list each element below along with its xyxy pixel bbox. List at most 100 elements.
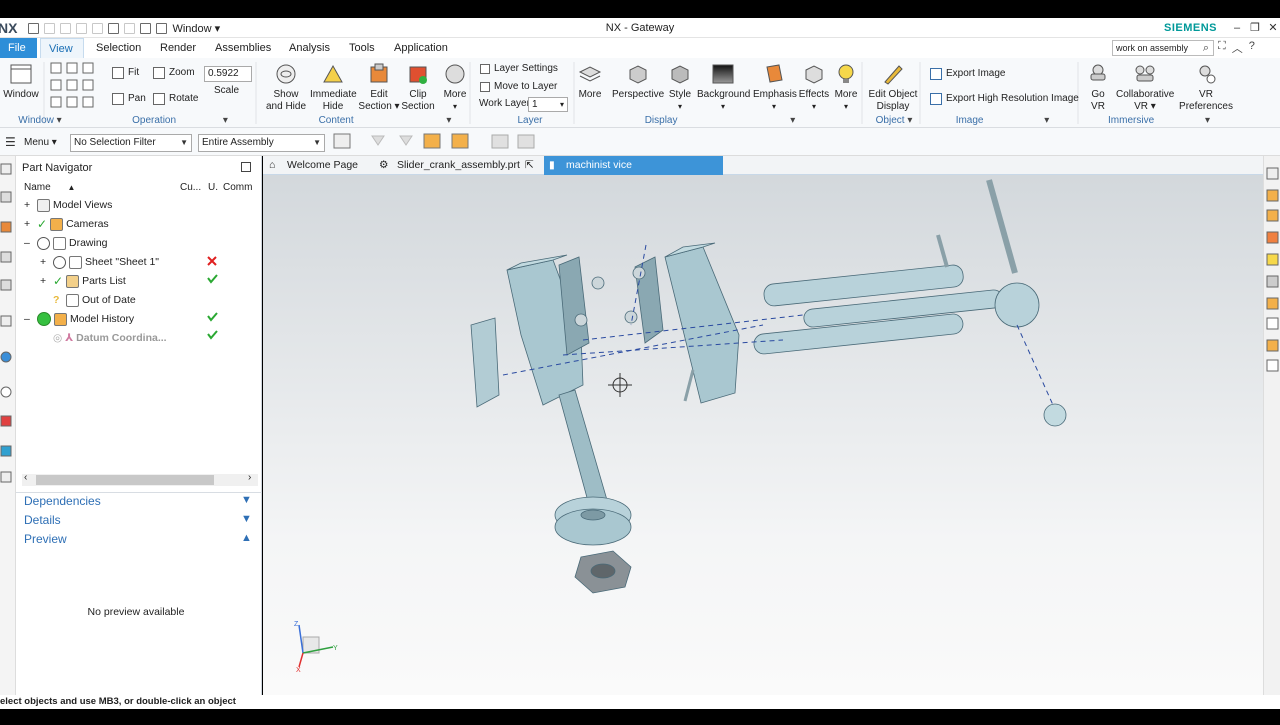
ruler-icon[interactable] — [1266, 317, 1279, 330]
palette-icon[interactable] — [0, 415, 12, 427]
copy-icon[interactable] — [92, 22, 104, 34]
help-icon[interactable]: ? — [1249, 40, 1255, 56]
move-to-layer-button[interactable]: Move to Layer — [480, 80, 557, 94]
web-browser-icon[interactable] — [0, 351, 12, 363]
chevron-up-icon[interactable]: ▲ — [241, 532, 252, 544]
switch-window-icon[interactable] — [156, 22, 168, 34]
tab-slider-crank[interactable]: ⚙ Slider_crank_assembly.prt ⇱ — [375, 156, 543, 175]
style-button[interactable]: Style ▾ — [666, 62, 694, 113]
column-name[interactable]: Name ▲ — [24, 182, 75, 193]
movable-jaw-body[interactable] — [664, 246, 740, 404]
paste-icon[interactable] — [108, 22, 120, 34]
cube-select-icon[interactable] — [517, 134, 535, 149]
vice-assembly-model[interactable]: Z Y X — [263, 175, 1263, 695]
maximize-panel-icon[interactable] — [241, 162, 251, 172]
pin-2[interactable] — [683, 369, 695, 402]
zoom-button[interactable]: Zoom — [153, 66, 195, 80]
tree-row-sheet-1[interactable]: + Sheet "Sheet 1" — [40, 253, 159, 271]
background-button[interactable]: Background ▾ — [697, 62, 750, 113]
tree-row-model-views[interactable]: + Model Views — [24, 196, 112, 214]
group-operation[interactable]: Operation ▾ — [100, 115, 260, 126]
immediate-hide-button[interactable]: Immediate Hide — [310, 62, 357, 113]
handle-ball[interactable] — [1043, 403, 1067, 427]
screw-ball-end[interactable] — [994, 282, 1040, 328]
hd3d-tools-icon[interactable] — [0, 315, 12, 327]
rotate-button[interactable]: Rotate — [153, 92, 198, 106]
view-cube-icon[interactable] — [1266, 275, 1279, 288]
scroll-left-icon[interactable]: ‹ — [24, 472, 27, 483]
group-content[interactable]: Content ▾ — [300, 115, 470, 126]
pin-1[interactable] — [936, 234, 949, 268]
display-more-button[interactable]: More — [574, 62, 606, 101]
graphics-window[interactable]: Z Y X — [263, 175, 1263, 695]
tab-selection[interactable]: Selection — [88, 38, 149, 58]
measure-icon[interactable] — [1266, 189, 1279, 202]
reuse-library-icon[interactable] — [0, 279, 12, 291]
group-immersive[interactable]: Immersive ▾ — [1084, 115, 1234, 126]
jaw-plate-left[interactable] — [470, 317, 500, 408]
tab-application[interactable]: Application — [386, 38, 456, 58]
collaborative-vr-button[interactable]: Collaborative VR ▾ — [1116, 62, 1174, 113]
settings-icon[interactable] — [0, 163, 12, 175]
window-menu[interactable]: Window ▾ — [172, 22, 220, 35]
process-studio-icon[interactable] — [0, 445, 12, 457]
display-more2-button[interactable]: More ▾ — [830, 62, 862, 113]
tab-machinist-vice[interactable]: ▮machinist vice assembly.prt⇱✕ — [544, 156, 723, 190]
tab-welcome-page[interactable]: ⌂ Welcome Page — [265, 156, 373, 175]
tree-row-datum-csys[interactable]: ◎ ⅄ Datum Coordina... — [53, 329, 167, 347]
content-more-button[interactable]: More ▾ — [438, 62, 472, 113]
view-orientation-icons[interactable] — [50, 62, 96, 108]
redo-icon[interactable] — [60, 22, 72, 34]
horizontal-scrollbar[interactable]: ‹ › — [22, 472, 258, 486]
tab-file[interactable]: File — [0, 38, 37, 58]
collapse-toggle[interactable]: – — [24, 310, 34, 328]
resource-bar-icons[interactable] — [0, 156, 16, 486]
scroll-right-icon[interactable]: › — [248, 472, 251, 483]
vice-screw[interactable] — [558, 389, 608, 506]
minimize-button[interactable]: – — [1228, 18, 1246, 38]
snap-point-icon[interactable] — [451, 133, 469, 149]
column-comment[interactable]: Comm — [223, 182, 261, 193]
tab-tools[interactable]: Tools — [341, 38, 383, 58]
selection-filter-select[interactable]: No Selection Filter ▼ — [70, 134, 192, 152]
menu-button[interactable]: Menu ▾ — [24, 137, 57, 148]
cap-screw-2[interactable] — [574, 313, 588, 327]
save-icon[interactable] — [28, 22, 40, 34]
details-section[interactable]: Details — [24, 513, 61, 527]
hamburger-menu-icon[interactable]: ☰ — [5, 135, 16, 149]
assembly-cut-icon[interactable] — [1266, 297, 1279, 310]
expand-toggle[interactable]: + — [40, 272, 50, 290]
column-up-to-date[interactable]: U. — [208, 182, 218, 193]
component-icon[interactable] — [1266, 339, 1279, 352]
tab-render[interactable]: Render — [152, 38, 204, 58]
tab-assemblies[interactable]: Assemblies — [207, 38, 279, 58]
snap-icon[interactable] — [1266, 209, 1279, 222]
expand-toggle[interactable]: + — [24, 196, 34, 214]
perspective-button[interactable]: Perspective — [612, 62, 664, 101]
preview-section[interactable]: Preview — [24, 532, 67, 546]
tree-row-cameras[interactable]: + ✓ Cameras — [24, 215, 109, 233]
scrollbar-thumb[interactable] — [36, 475, 214, 485]
cap-screw-4[interactable] — [624, 310, 638, 324]
lighting-icon[interactable] — [1266, 253, 1279, 266]
collapse-ribbon-icon[interactable]: ︿ — [1232, 40, 1243, 56]
assembly-select-icon[interactable] — [423, 133, 441, 149]
edit-section-button[interactable]: Edit Section ▾ — [358, 62, 400, 113]
group-image[interactable]: Image ▾ — [930, 115, 1075, 126]
group-layer[interactable]: Layer — [480, 115, 580, 126]
edit-object-display-button[interactable]: Edit Object Display — [866, 62, 920, 113]
right-toolbar-icons[interactable] — [1264, 156, 1280, 386]
expand-toggle[interactable]: + — [24, 215, 34, 233]
window-button[interactable]: Window — [2, 62, 40, 101]
handle-bar[interactable] — [986, 179, 1018, 274]
tree-row-model-history[interactable]: – Model History — [24, 310, 134, 328]
tree-row-parts-list[interactable]: + ✓ Parts List — [40, 272, 126, 290]
roles-icon[interactable] — [0, 471, 12, 483]
history-icon[interactable] — [0, 386, 12, 398]
part-navigator-icon[interactable] — [0, 251, 12, 263]
grid-icon[interactable] — [1266, 359, 1279, 372]
constraint-navigator-icon[interactable] — [0, 221, 12, 233]
fullscreen-icon[interactable]: ⛶ — [1218, 40, 1226, 56]
tab-view[interactable]: View — [40, 38, 84, 58]
cap-screw-1[interactable] — [591, 276, 605, 290]
